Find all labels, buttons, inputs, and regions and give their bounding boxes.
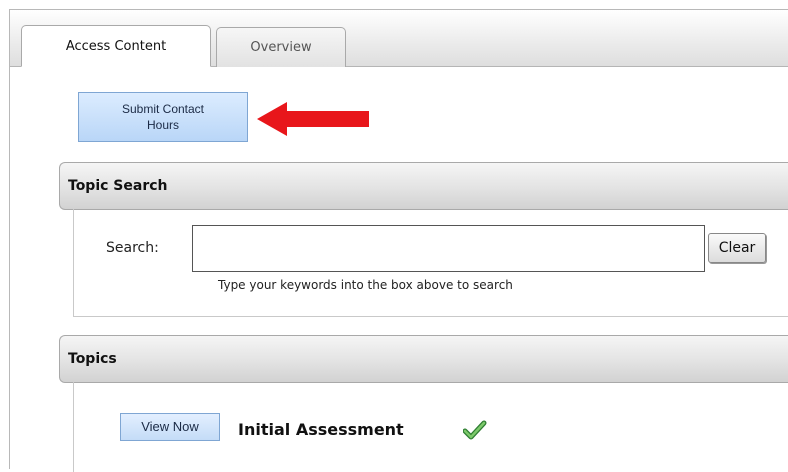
topic-search-title: Topic Search xyxy=(68,178,168,194)
red-arrow-icon xyxy=(257,102,369,136)
topics-title: Topics xyxy=(68,351,117,367)
topic-search-header: Topic Search xyxy=(59,162,788,210)
submit-button-line1: Submit Contact xyxy=(121,102,205,116)
tab-access-content[interactable]: Access Content xyxy=(21,25,211,67)
tab-bar: Access Content Overview xyxy=(10,10,788,67)
search-input[interactable] xyxy=(192,225,705,272)
tab-overview[interactable]: Overview xyxy=(216,27,346,67)
search-label: Search: xyxy=(106,240,159,256)
topics-header: Topics xyxy=(59,335,788,383)
submit-button-line2: Hours xyxy=(146,118,179,132)
check-icon xyxy=(463,420,487,440)
search-hint: Type your keywords into the box above to… xyxy=(218,278,513,292)
clear-button[interactable]: Clear xyxy=(708,233,766,263)
view-now-button[interactable]: View Now xyxy=(120,413,220,441)
submit-contact-hours-button[interactable]: Submit Contact Hours xyxy=(78,92,248,142)
topic-title: Initial Assessment xyxy=(238,420,404,439)
